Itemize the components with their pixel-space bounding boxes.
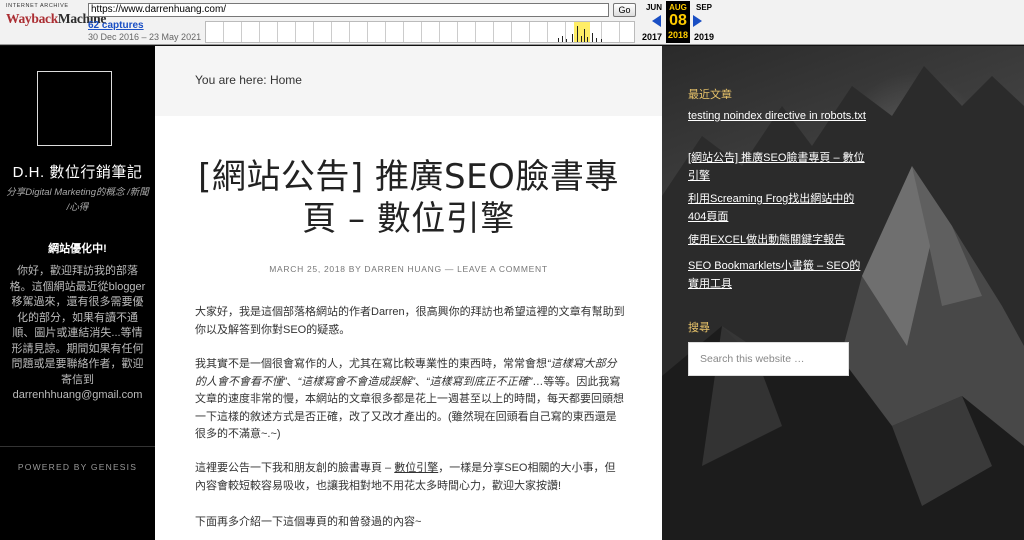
timeline-spark	[558, 38, 559, 42]
capture-timeline[interactable]	[205, 21, 635, 43]
timeline-spark	[601, 39, 602, 42]
left-sidebar: D.H. 數位行銷筆記 分享Digital Marketing的概念 /新聞 /…	[0, 46, 155, 540]
site-avatar[interactable]	[37, 71, 112, 146]
post-paragraph: 這裡要公告一下我和朋友創的臉書專頁 – 數位引擎，一樣是分享SEO相關的大小事，…	[195, 460, 625, 495]
prev-capture-arrow-icon[interactable]	[652, 15, 661, 27]
post-paragraph: 下面再多介紹一下這個專頁的和曾發過的內容~	[195, 516, 422, 528]
right-sidebar: 最近文章 testing noindex directive in robots…	[662, 46, 1024, 540]
timeline-spark	[581, 36, 582, 42]
post-meta: MARCH 25, 2018 BY DARREN HUANG — LEAVE A…	[269, 264, 548, 274]
emphasis-text: “這樣寫到底正不正確”	[426, 375, 533, 388]
timeline-spark	[577, 26, 578, 42]
timeline-spark	[584, 29, 585, 42]
current-day-label: 08	[669, 12, 687, 29]
wayback-logo-brand: WaybackMachine	[6, 11, 106, 27]
timeline-spark	[562, 36, 563, 42]
timeline-spark	[587, 37, 588, 42]
capture-calendar: JUN 2017 AUG 08 2018 SEP 2019	[640, 1, 720, 43]
next-capture-arrow-icon[interactable]	[693, 15, 702, 27]
recent-post-link[interactable]: 利用Screaming Frog找出網站中的404頁面	[688, 190, 868, 226]
separator-text: 、	[415, 375, 426, 388]
recent-posts-title: 最近文章	[688, 89, 732, 101]
current-month-label: AUG	[669, 3, 687, 12]
wayback-logo-top: INTERNET ARCHIVE	[6, 3, 69, 9]
timeline-spark	[592, 33, 593, 42]
emphasis-text: “這樣寫會不會造成誤解”	[297, 375, 415, 388]
widget-text: 你好，歡迎拜訪我的部落格。這個網站最近從blogger移駕過來，還有很多需要優化…	[9, 265, 146, 401]
prev-month-label[interactable]: JUN	[642, 3, 666, 12]
post-title[interactable]: [網站公告] 推廣SEO臉書專頁 – 數位引擎	[185, 156, 632, 240]
site-title[interactable]: D.H. 數位行銷筆記	[0, 161, 155, 182]
recent-post-link[interactable]: [網站公告] 推廣SEO臉書專頁 – 數位引擎	[688, 149, 868, 185]
recent-post-link[interactable]: SEO Bookmarklets小書籤 – SEO的實用工具	[688, 257, 868, 293]
timeline-spark	[566, 39, 567, 42]
next-month-label[interactable]: SEP	[692, 3, 716, 12]
widget-title: 網站優化中!	[48, 243, 107, 255]
current-capture-date: AUG 08 2018	[666, 1, 690, 43]
breadcrumb: You are here: Home	[195, 73, 302, 87]
prev-year-label[interactable]: 2017	[640, 32, 664, 42]
current-year-label: 2018	[667, 30, 689, 40]
main-content: You are here: Home [網站公告] 推廣SEO臉書專頁 – 數位…	[155, 46, 662, 540]
captures-link[interactable]: 62 captures	[88, 20, 144, 31]
wayback-go-button[interactable]: Go	[613, 3, 636, 17]
site-description: 分享Digital Marketing的概念 /新聞 /心得	[6, 187, 149, 213]
paragraph-text: 這裡要公告一下我和朋友創的臉書專頁 –	[195, 462, 395, 474]
recent-post-link[interactable]: testing noindex directive in robots.txt	[688, 107, 868, 125]
timeline-spark	[572, 34, 573, 42]
facebook-page-link[interactable]: 數位引擎	[394, 462, 438, 474]
wayback-url-input[interactable]: https://www.darrenhuang.com/	[88, 3, 609, 17]
post-paragraph: 我其實不是一個很會寫作的人，尤其在寫比較專業性的東西時，常常會想“這樣寫大部分的…	[195, 356, 625, 444]
wayback-logo-brand-1: Wayback	[6, 11, 58, 26]
search-input[interactable]: Search this website …	[688, 342, 849, 376]
wayback-logo[interactable]: INTERNET ARCHIVE WaybackMachine	[6, 3, 106, 39]
capture-date-range: 30 Dec 2016 – 23 May 2021	[88, 32, 202, 42]
timeline-spark	[596, 38, 597, 42]
paragraph-text: 我其實不是一個很會寫作的人，尤其在寫比較專業性的東西時，常常會想	[195, 358, 547, 370]
recent-post-link[interactable]: 使用EXCEL做出動態關鍵字報告	[688, 231, 868, 249]
divider	[0, 446, 155, 447]
breadcrumb-bar: You are here: Home	[155, 46, 662, 116]
separator-text: 、	[286, 375, 298, 388]
next-year-label[interactable]: 2019	[692, 32, 716, 42]
post-paragraph: 大家好，我是這個部落格網站的作者Darren，很高興你的拜訪也希望這裡的文章有幫…	[195, 306, 625, 336]
search-widget-title: 搜尋	[688, 322, 710, 334]
wayback-toolbar: INTERNET ARCHIVE WaybackMachine https://…	[0, 0, 1024, 45]
powered-by-genesis[interactable]: POWERED BY GENESIS	[0, 462, 155, 472]
